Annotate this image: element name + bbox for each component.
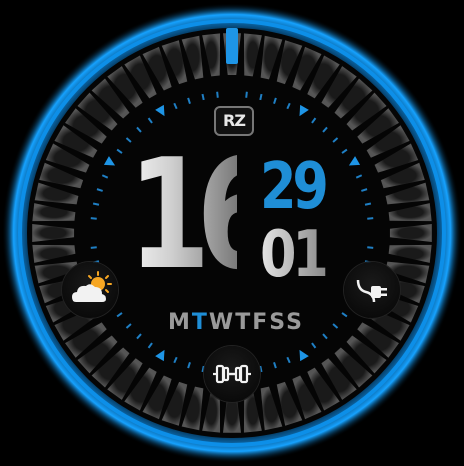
charging-complication[interactable] — [344, 262, 400, 318]
hour-digits: 16 — [128, 126, 279, 303]
minute-marker — [364, 202, 372, 206]
weekday-6: S — [286, 310, 304, 335]
minute-marker — [92, 202, 100, 206]
minute-marker — [245, 91, 248, 98]
weekday-5: S — [269, 310, 287, 335]
minute-marker — [90, 246, 97, 249]
minute-marker — [201, 93, 205, 101]
minute-marker — [367, 246, 374, 249]
second-digits: 01 — [260, 218, 329, 292]
workout-complication[interactable] — [204, 346, 260, 402]
weekday-3: T — [235, 310, 253, 335]
weekday-0: M — [168, 310, 192, 335]
seconds-indicator — [226, 28, 238, 64]
minute-marker — [216, 91, 219, 98]
minute-marker — [259, 93, 263, 101]
dumbbell-icon — [213, 364, 251, 384]
weekday-4: F — [252, 310, 270, 335]
minute-marker — [90, 217, 97, 220]
minute-marker — [259, 365, 263, 373]
minute-digits: 29 — [260, 150, 329, 224]
weekday-1: T — [191, 310, 209, 335]
weather-complication[interactable] — [62, 262, 118, 318]
plug-icon — [356, 279, 387, 303]
weekday-indicator: MTWTFSS — [168, 308, 302, 338]
minute-marker — [367, 217, 374, 220]
partly-cloudy-icon — [72, 271, 112, 302]
weekday-2: W — [208, 310, 236, 335]
